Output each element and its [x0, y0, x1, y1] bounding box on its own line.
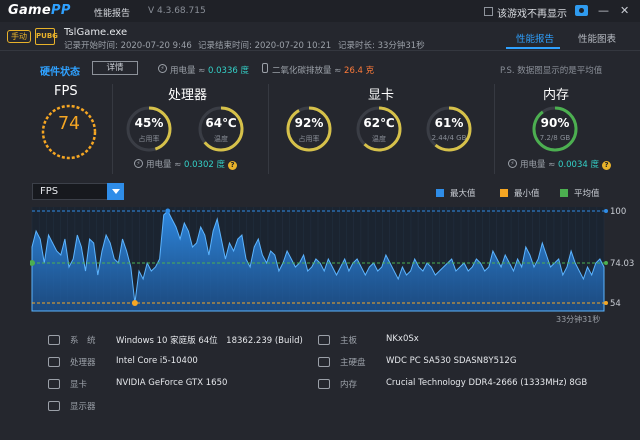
avg-marker: [604, 260, 608, 265]
active-tab-indicator: [506, 47, 560, 49]
spec-label: 处理器: [70, 358, 96, 368]
ram-icon: [318, 379, 330, 389]
cpu-title: 处理器: [168, 88, 208, 103]
close-button[interactable]: ✕: [620, 4, 629, 17]
legend-max-swatch: [436, 189, 444, 197]
fps-average-value: 74: [58, 113, 80, 134]
gpu-title: 显卡: [368, 88, 395, 103]
cpu-power-icon: ⚡: [134, 159, 143, 168]
spec-label: 内存: [340, 380, 358, 390]
memory-usage-gauge: 90% 7.2/8 GB: [530, 104, 580, 154]
details-button[interactable]: 详情: [92, 61, 138, 75]
memory-power-icon: ⚡: [508, 159, 517, 168]
legend-max-label: 最大值: [450, 189, 476, 199]
total-power: 用电量 ≈ 0.0336 度: [170, 66, 249, 76]
cpu-temp-gauge: 64℃ 温度: [196, 104, 246, 154]
spec-value: Intel Core i5-10400: [116, 356, 198, 366]
hide-report-checkbox[interactable]: [484, 7, 493, 16]
gpu-usage-gauge: 92% 占用率: [284, 104, 334, 154]
co2-icon: [262, 63, 268, 73]
avg-value-label: 74.03: [610, 259, 634, 269]
max-marker: [604, 209, 608, 213]
min-marker: [604, 301, 608, 305]
legend-avg-swatch: [560, 189, 568, 197]
legend-min-label: 最小值: [514, 189, 540, 199]
screenshot-camera-icon[interactable]: [575, 5, 588, 16]
panel-divider: [112, 84, 113, 174]
spec-label: 系 统: [70, 336, 96, 346]
spec-value: WDC PC SA530 SDASN8Y512G: [386, 356, 517, 366]
gpu-temp-gauge: 62℃ 温度: [354, 104, 404, 154]
fps-area-chart: 100 74.03 54: [30, 207, 634, 312]
spec-label: 主硬盘: [340, 358, 366, 368]
max-point-marker: [165, 208, 171, 214]
panel-divider: [494, 84, 495, 174]
spec-value: NVIDIA GeForce GTX 1650: [116, 378, 228, 388]
spec-label: 主板: [340, 336, 358, 346]
window-title: 性能报告: [94, 9, 131, 19]
fps-title: FPS: [54, 84, 78, 99]
min-point-marker: [131, 300, 138, 306]
tab-performance-chart[interactable]: 性能图表: [578, 31, 616, 45]
help-icon[interactable]: ?: [601, 161, 611, 170]
game-icon: PUBG: [35, 28, 58, 45]
gpu-icon: [48, 379, 60, 389]
legend-min-swatch: [500, 189, 508, 197]
co2-emission: 二氧化碳排放量 ≈ 26.4 克: [272, 66, 375, 76]
monitor-system-icon: [48, 335, 60, 345]
motherboard-icon: [318, 335, 330, 345]
memory-title: 内存: [543, 88, 570, 103]
chart-duration-label: 33分钟31秒: [556, 315, 601, 324]
chevron-down-icon[interactable]: [107, 183, 124, 200]
min-value-label: 54: [610, 299, 621, 309]
display-icon: [48, 401, 60, 411]
version-label: V 4.3.68.715: [148, 6, 206, 16]
disk-icon: [318, 357, 330, 367]
cpu-usage-gauge: 45% 占用率: [124, 104, 174, 154]
help-icon[interactable]: ?: [227, 161, 237, 170]
minimize-button[interactable]: —: [598, 4, 609, 17]
average-note: P.S. 数据图显示的是平均值: [500, 66, 603, 76]
spec-value: Windows 10 家庭版 64位 18362.239 (Build): [116, 336, 303, 346]
gamepp-logo: GamePP: [8, 3, 71, 18]
header-divider: [0, 50, 640, 51]
game-exe-name: TslGame.exe: [64, 27, 128, 38]
spec-value: NKx0Sx: [386, 334, 419, 344]
panel-divider: [268, 84, 269, 174]
spec-label: 显卡: [70, 380, 88, 390]
legend-avg-label: 平均值: [574, 189, 600, 199]
spec-label: 显示器: [70, 402, 96, 412]
cpu-icon: [48, 357, 60, 367]
spec-value: Crucial Technology DDR4-2666 (1333MHz) 8…: [386, 378, 588, 388]
cpu-power: 用电量 ≈ 0.0302 度?: [146, 158, 237, 170]
tab-performance-report[interactable]: 性能报告: [516, 31, 554, 45]
hide-report-checkbox-label[interactable]: 该游戏不再显示: [497, 5, 567, 20]
power-icon: ⚡: [158, 64, 167, 73]
metric-select-value[interactable]: FPS: [40, 186, 58, 197]
gpu-vram-gauge: 61% 2.44/4 GB: [424, 104, 474, 154]
max-value-label: 100: [610, 207, 626, 217]
hardware-status-label: 硬件状态: [40, 67, 80, 78]
memory-power: 用电量 ≈ 0.0034 度?: [520, 158, 611, 170]
manual-mode-badge: 手动: [7, 30, 31, 43]
